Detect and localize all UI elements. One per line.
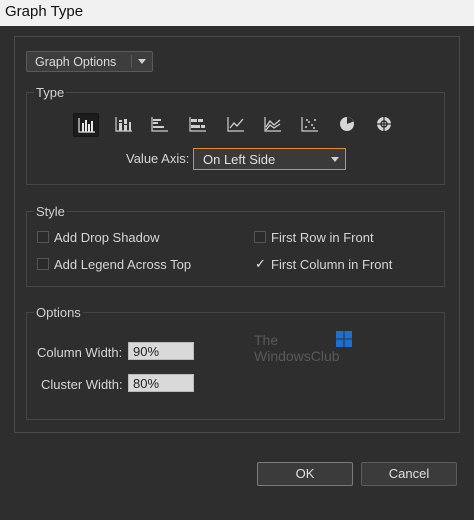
options-group-label: Options xyxy=(34,305,83,320)
value-axis-select[interactable]: On Left Side xyxy=(193,148,346,170)
watermark-line1: The xyxy=(254,332,279,348)
column-width-value: 90% xyxy=(133,344,160,359)
title-bar: Graph Type xyxy=(0,0,474,26)
ok-button[interactable]: OK xyxy=(257,462,353,486)
chevron-down-icon xyxy=(138,59,146,64)
style-group-label: Style xyxy=(34,204,67,219)
add-drop-shadow-checkbox[interactable] xyxy=(37,231,49,243)
add-legend-across-top-label: Add Legend Across Top xyxy=(54,257,192,272)
window-title: Graph Type xyxy=(5,3,84,20)
watermark: The WindowsClub xyxy=(254,331,364,367)
line-graph-icon[interactable] xyxy=(223,113,249,137)
column-width-input[interactable]: 90% xyxy=(128,342,194,360)
dropdown-separator xyxy=(131,55,132,68)
chevron-down-icon xyxy=(331,157,339,162)
grouped-column-graph-icon[interactable] xyxy=(73,113,99,137)
pie-graph-icon[interactable] xyxy=(334,113,360,137)
value-axis-value: On Left Side xyxy=(203,152,276,167)
stacked-column-graph-icon[interactable] xyxy=(111,113,137,137)
grouped-bar-graph-icon[interactable] xyxy=(147,113,173,137)
watermark-line2: WindowsClub xyxy=(254,348,340,364)
add-legend-across-top-checkbox[interactable] xyxy=(37,258,49,270)
first-row-in-front-checkbox[interactable] xyxy=(254,231,266,243)
style-group xyxy=(26,211,445,287)
add-drop-shadow-label: Add Drop Shadow xyxy=(54,230,160,245)
cluster-width-input[interactable]: 80% xyxy=(128,374,194,392)
type-group xyxy=(26,92,445,185)
options-group xyxy=(26,312,445,420)
windows-logo-icon xyxy=(336,331,352,347)
value-axis-label: Value Axis: xyxy=(126,151,190,166)
scatter-graph-icon[interactable] xyxy=(297,113,323,137)
first-column-in-front-checkbox[interactable]: ✓ xyxy=(255,256,266,272)
cancel-button[interactable]: Cancel xyxy=(361,462,457,486)
radar-graph-icon[interactable] xyxy=(371,113,397,137)
stacked-bar-graph-icon[interactable] xyxy=(185,113,211,137)
area-graph-icon[interactable] xyxy=(260,113,286,137)
cluster-width-label: Cluster Width: xyxy=(41,377,123,392)
first-row-in-front-label: First Row in Front xyxy=(271,230,374,245)
first-column-in-front-label: First Column in Front xyxy=(271,257,393,272)
cluster-width-value: 80% xyxy=(133,376,160,391)
type-group-label: Type xyxy=(34,85,67,100)
graph-options-label: Graph Options xyxy=(35,55,117,69)
column-width-label: Column Width: xyxy=(37,345,123,360)
graph-options-dropdown[interactable]: Graph Options xyxy=(26,51,153,72)
